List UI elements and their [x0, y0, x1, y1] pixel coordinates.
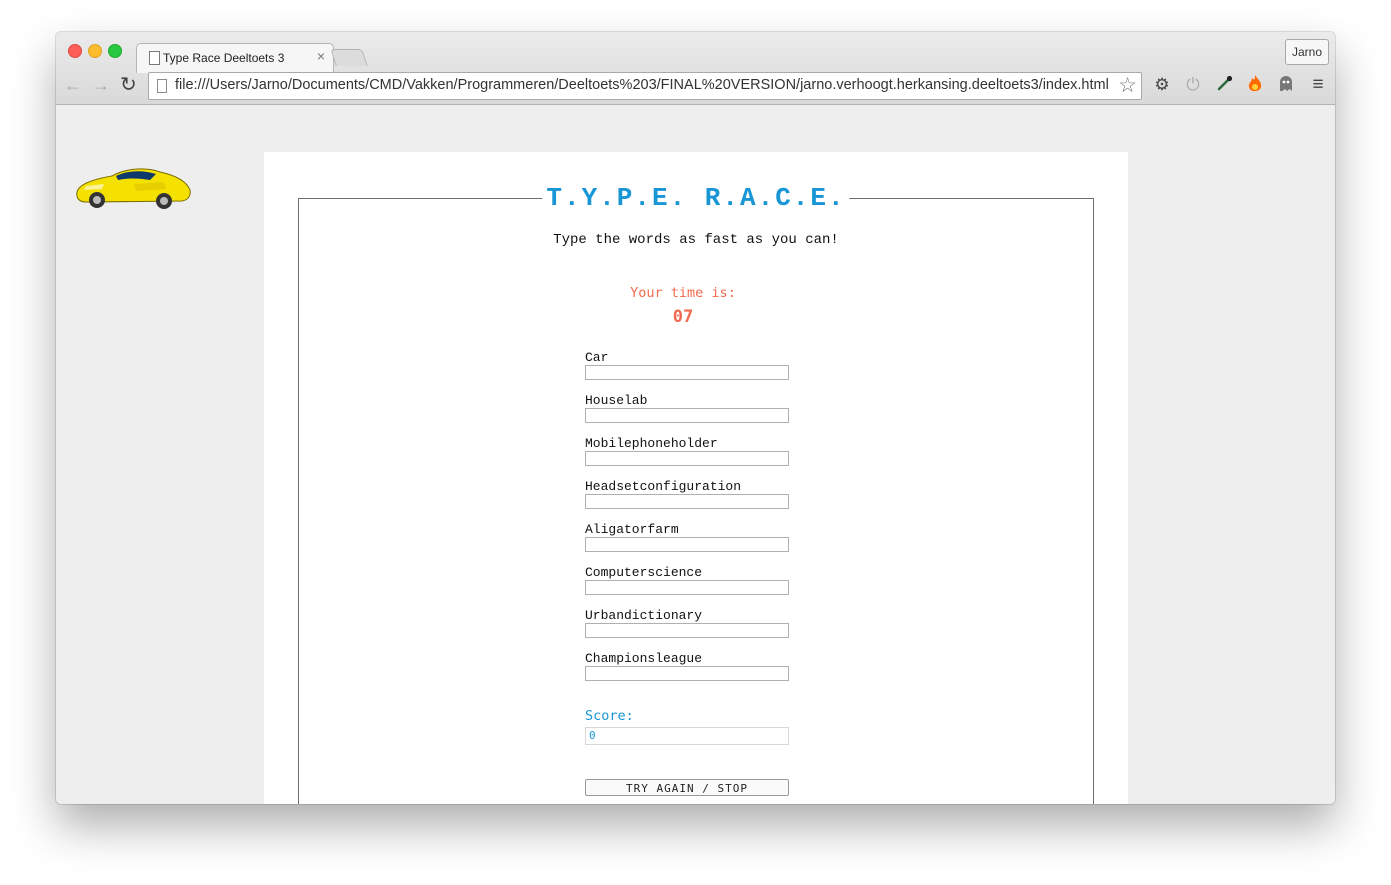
word-label: Computerscience	[585, 565, 703, 580]
reload-icon[interactable]: ↻	[120, 73, 137, 97]
word-input-championsleague[interactable]	[585, 666, 789, 681]
back-icon[interactable]: ←	[64, 73, 82, 97]
page-title: T.Y.P.E. R.A.C.E.	[542, 183, 850, 213]
gear-icon[interactable]: ⚙	[1151, 74, 1173, 96]
word-label: Headsetconfiguration	[585, 479, 742, 494]
url-text[interactable]: file:///Users/Jarno/Documents/CMD/Vakken…	[175, 77, 1109, 93]
content-card: T.Y.P.E. R.A.C.E. Type the words as fast…	[264, 152, 1128, 804]
word-input-computerscience[interactable]	[585, 580, 789, 595]
star-icon[interactable]: ☆	[1118, 73, 1137, 98]
address-bar[interactable]: file:///Users/Jarno/Documents/CMD/Vakken…	[148, 72, 1142, 100]
close-tab-icon[interactable]: ×	[317, 48, 325, 64]
word-row-aligatorfarm: Aligatorfarm	[585, 523, 789, 552]
word-row-mobilephoneholder: Mobilephoneholder	[585, 437, 789, 466]
word-input-aligatorfarm[interactable]	[585, 537, 789, 552]
word-input-mobilephoneholder[interactable]	[585, 451, 789, 466]
menu-icon[interactable]: ≡	[1307, 74, 1329, 96]
word-label: Houselab	[585, 393, 648, 408]
browser-window: Type Race Deeltoets 3 × Jarno ← → ↻ file…	[56, 32, 1335, 804]
word-input-headsetconfiguration[interactable]	[585, 494, 789, 509]
close-window-button[interactable]	[68, 44, 82, 58]
page-icon	[157, 79, 167, 93]
word-label: Championsleague	[585, 651, 703, 666]
fire-icon[interactable]	[1244, 74, 1266, 100]
browser-toolbar: Type Race Deeltoets 3 × Jarno ← → ↻ file…	[56, 32, 1335, 105]
profile-button[interactable]: Jarno	[1285, 39, 1329, 65]
new-tab-button[interactable]	[330, 49, 368, 66]
page-icon	[149, 51, 160, 65]
word-row-car: Car	[585, 351, 789, 380]
word-row-urbandictionary: Urbandictionary	[585, 609, 789, 638]
word-row-headsetconfiguration: Headsetconfiguration	[585, 480, 789, 509]
page-viewport: T.Y.P.E. R.A.C.E. Type the words as fast…	[56, 105, 1335, 804]
word-input-houselab[interactable]	[585, 408, 789, 423]
score-field[interactable]: 0	[585, 727, 789, 745]
word-label: Aligatorfarm	[585, 522, 679, 537]
tab-title: Type Race Deeltoets 3	[163, 51, 285, 65]
instructions-text: Type the words as fast as you can!	[553, 232, 839, 248]
browser-tab[interactable]: Type Race Deeltoets 3 ×	[136, 43, 334, 73]
eyedropper-icon[interactable]	[1214, 74, 1236, 98]
power-icon[interactable]: ⏻	[1182, 74, 1204, 96]
game-fieldset: T.Y.P.E. R.A.C.E. Type the words as fast…	[298, 183, 1094, 804]
ghost-icon[interactable]	[1275, 74, 1297, 98]
try-again-stop-button[interactable]: TRY AGAIN / STOP	[585, 779, 789, 796]
word-label: Mobilephoneholder	[585, 436, 718, 451]
time-label: Your time is:	[630, 285, 736, 301]
word-input-car[interactable]	[585, 365, 789, 380]
score-label: Score:	[585, 708, 634, 724]
word-label: Urbandictionary	[585, 608, 703, 623]
minimize-window-button[interactable]	[88, 44, 102, 58]
word-row-computerscience: Computerscience	[585, 566, 789, 595]
word-row-houselab: Houselab	[585, 394, 789, 423]
word-label: Car	[585, 350, 609, 365]
yellow-sports-car-image	[76, 168, 191, 209]
word-row-championsleague: Championsleague	[585, 652, 789, 681]
time-value: 07	[672, 307, 694, 327]
zoom-window-button[interactable]	[108, 44, 122, 58]
word-input-urbandictionary[interactable]	[585, 623, 789, 638]
forward-icon[interactable]: →	[92, 73, 110, 97]
